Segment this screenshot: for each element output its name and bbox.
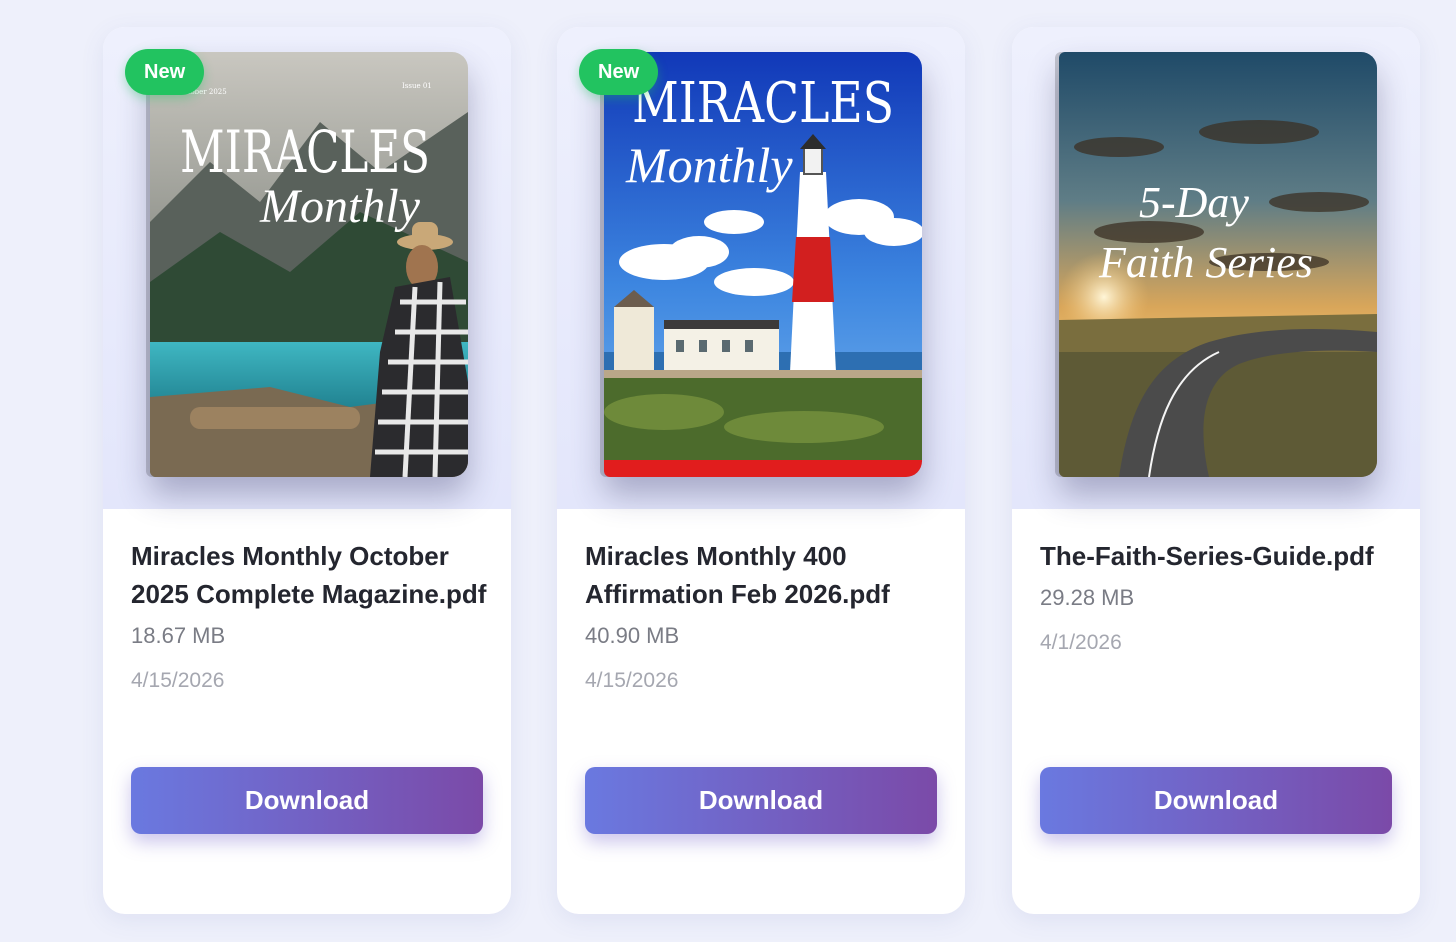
file-size: 18.67 MB [131,623,226,648]
cover-area: 5-Day Faith Series [1012,27,1420,509]
svg-text:MIRACLES: MIRACLES [180,118,430,186]
file-date: 4/1/2026 [1040,631,1122,654]
file-card: New [557,27,965,914]
file-size: 40.90 MB [585,623,680,648]
download-button[interactable]: Download [1040,767,1392,834]
file-title: Miracles Monthly 400 Affirmation Feb 202… [585,541,890,609]
magazine-cover-image[interactable]: MIRACLES Monthly [604,52,922,477]
file-title: Miracles Monthly October 2025 Complete M… [131,541,487,609]
cover-area: New [557,27,965,509]
svg-text:MIRACLES: MIRACLES [632,71,894,136]
file-grid: New October 2025 Issue 01 MIRACLES Month… [0,0,1456,942]
file-info: Miracles Monthly October 2025 Complete M… [131,537,491,695]
cover-area: New [103,27,511,509]
file-card: New [103,27,511,914]
new-badge: New [125,49,205,95]
svg-text:Issue 01: Issue 01 [402,82,432,90]
svg-text:Monthly: Monthly [625,137,793,193]
magazine-cover-image[interactable]: October 2025 Issue 01 MIRACLES Monthly [150,52,468,477]
download-button[interactable]: Download [131,767,483,834]
svg-text:Monthly: Monthly [259,180,421,233]
svg-text:Faith Series: Faith Series [1098,238,1313,287]
file-title: The-Faith-Series-Guide.pdf [1040,541,1374,571]
guide-cover-image[interactable]: 5-Day Faith Series [1059,52,1377,477]
download-button[interactable]: Download [585,767,937,834]
file-date: 4/15/2026 [131,669,225,692]
svg-text:5-Day: 5-Day [1139,178,1249,227]
file-size: 29.28 MB [1040,585,1135,610]
file-card: 5-Day Faith Series The-Faith-Series-Guid… [1012,27,1420,914]
new-badge: New [579,49,659,95]
file-date: 4/15/2026 [585,669,679,692]
file-info: Miracles Monthly 400 Affirmation Feb 202… [585,537,945,695]
file-info: The-Faith-Series-Guide.pdf 29.28 MB 4/1/… [1040,537,1400,657]
